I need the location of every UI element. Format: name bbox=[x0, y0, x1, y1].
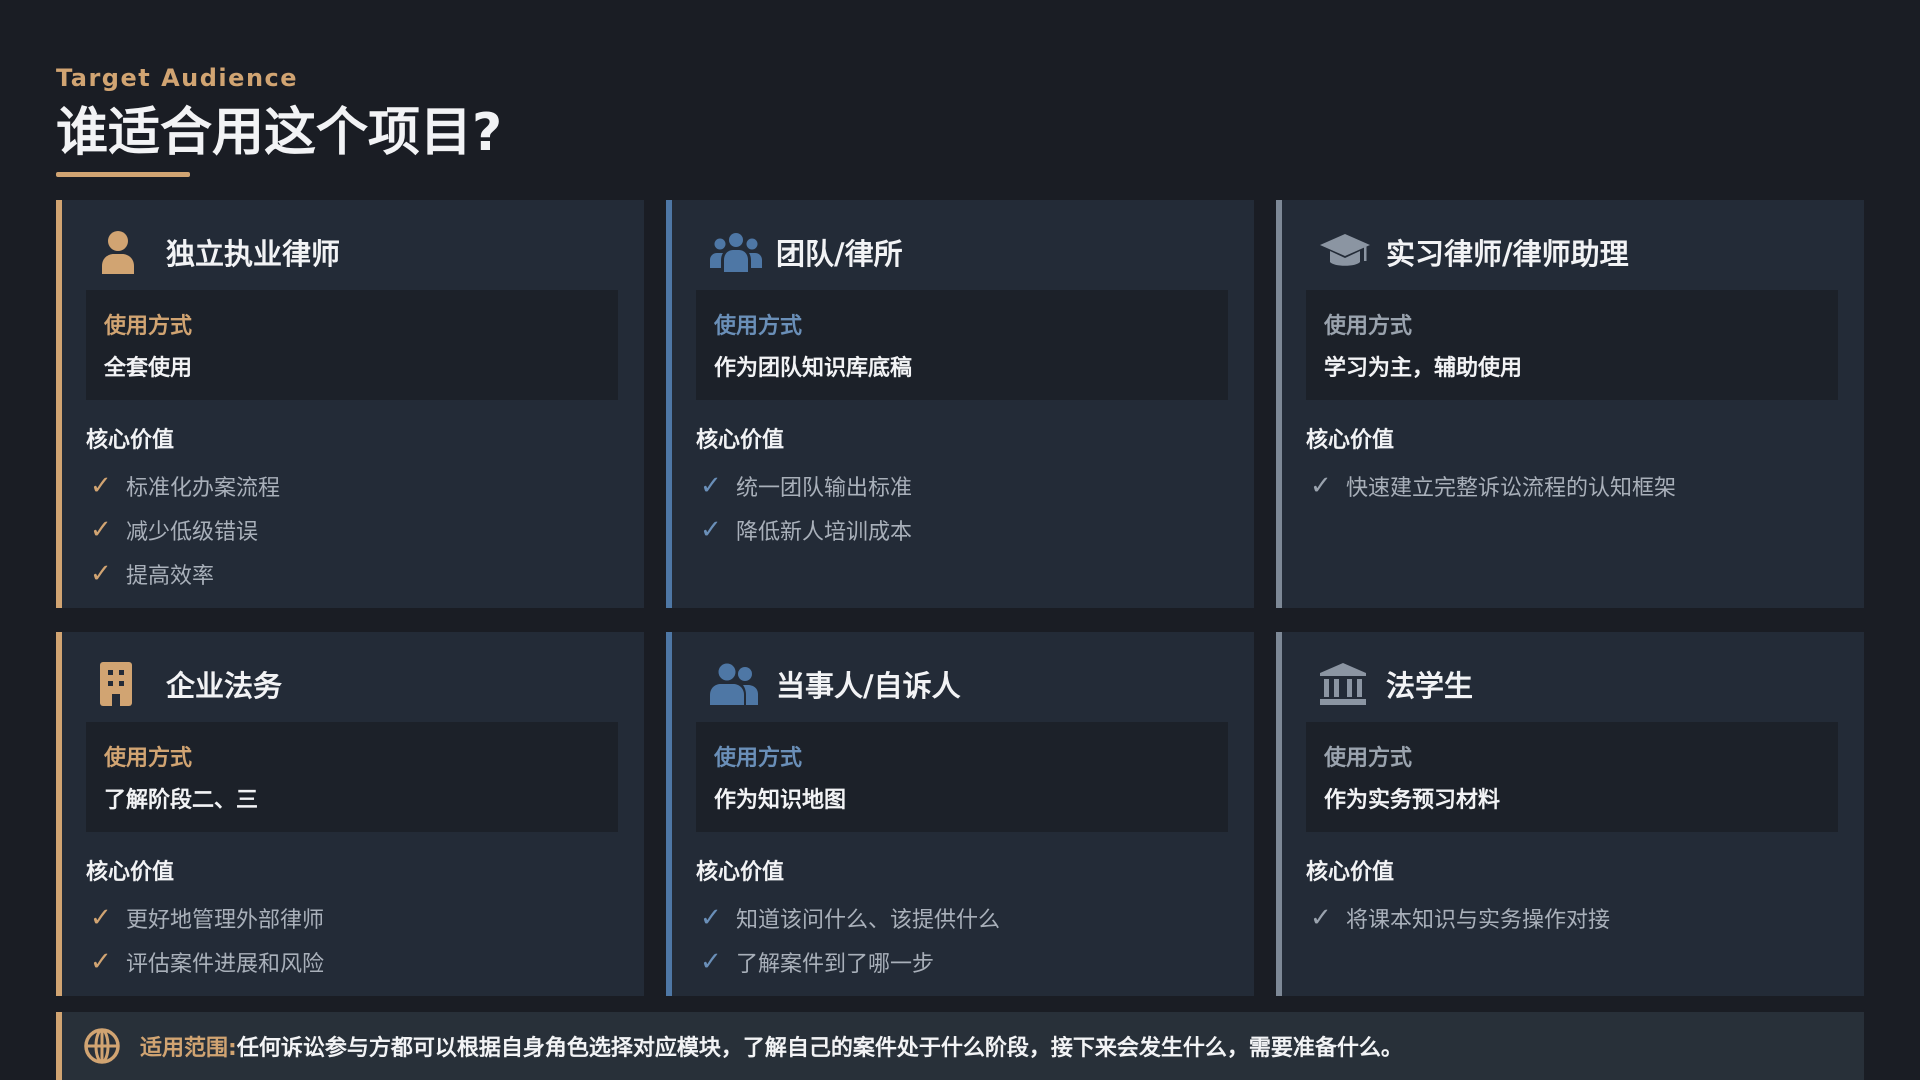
usage-label: 使用方式 bbox=[104, 314, 193, 339]
core-value-label: 核心价值 bbox=[86, 428, 175, 453]
list-item: ✓ 了解案件到了哪一步 bbox=[696, 940, 1228, 984]
audience-card-team: 团队/律所 使用方式 作为团队知识库底稿 核心价值 ✓ 统一团队输出标准 ✓ 降低新… bbox=[666, 200, 1254, 608]
list-item-text: 快速建立完整诉讼流程的认知框架 bbox=[1346, 476, 1677, 501]
core-value-label: 核心价值 bbox=[86, 860, 175, 885]
card-header: 法学生 bbox=[1320, 658, 1838, 710]
check-icon: ✓ bbox=[700, 947, 722, 977]
card-header: 独立执业律师 bbox=[100, 226, 618, 278]
list-item: ✓ 减少低级错误 bbox=[86, 508, 618, 552]
graduation-cap-icon bbox=[1320, 229, 1372, 275]
audience-card-solo-lawyer: 独立执业律师 使用方式 全套使用 核心价值 ✓ 标准化办案流程 ✓ 减少低级错误 ✓… bbox=[56, 200, 644, 608]
page: Target Audience 谁适合用这个项目? 独立执业律师 使用方式 全套… bbox=[0, 0, 1920, 1080]
list-item: ✓ 快速建立完整诉讼流程的认知框架 bbox=[1306, 464, 1838, 508]
usage-value: 作为团队知识库底稿 bbox=[714, 356, 913, 381]
audience-card-intern: 实习律师/律师助理 使用方式 学习为主，辅助使用 核心价值 ✓ 快速建立完整诉讼流… bbox=[1276, 200, 1864, 608]
core-value-label: 核心价值 bbox=[1306, 860, 1395, 885]
card-title: 当事人/自诉人 bbox=[776, 669, 961, 703]
core-value-list: ✓ 快速建立完整诉讼流程的认知框架 bbox=[1306, 464, 1838, 508]
usage-value: 全套使用 bbox=[104, 356, 193, 381]
check-icon: ✓ bbox=[90, 559, 112, 589]
core-value-list: ✓ 标准化办案流程 ✓ 减少低级错误 ✓ 提高效率 bbox=[86, 464, 618, 596]
users-icon bbox=[710, 661, 762, 707]
title-underline bbox=[56, 172, 190, 177]
core-value-list: ✓ 更好地管理外部律师 ✓ 评估案件进展和风险 bbox=[86, 896, 618, 984]
list-item: ✓ 提高效率 bbox=[86, 552, 618, 596]
check-icon: ✓ bbox=[700, 903, 722, 933]
list-item: ✓ 统一团队输出标准 bbox=[696, 464, 1228, 508]
usage-value: 作为实务预习材料 bbox=[1324, 788, 1501, 813]
audience-card-party: 当事人/自诉人 使用方式 作为知识地图 核心价值 ✓ 知道该问什么、该提供什么 ✓… bbox=[666, 632, 1254, 996]
usage-box: 使用方式 了解阶段二、三 bbox=[86, 722, 618, 832]
list-item-text: 知道该问什么、该提供什么 bbox=[736, 908, 1001, 933]
usage-box: 使用方式 全套使用 bbox=[86, 290, 618, 400]
list-item: ✓ 知道该问什么、该提供什么 bbox=[696, 896, 1228, 940]
check-icon: ✓ bbox=[90, 903, 112, 933]
scope-banner: 适用范围: 任何诉讼参与方都可以根据自身角色选择对应模块，了解自己的案件处于什么… bbox=[56, 1012, 1864, 1080]
card-title: 法学生 bbox=[1386, 669, 1474, 703]
list-item-text: 提高效率 bbox=[126, 564, 215, 589]
check-icon: ✓ bbox=[700, 515, 722, 545]
card-header: 团队/律所 bbox=[710, 226, 1228, 278]
core-value-label: 核心价值 bbox=[696, 428, 785, 453]
building-icon bbox=[100, 661, 152, 707]
card-title: 团队/律所 bbox=[776, 237, 903, 271]
scope-label: 适用范围: bbox=[140, 1036, 237, 1061]
check-icon: ✓ bbox=[700, 471, 722, 501]
check-icon: ✓ bbox=[1310, 903, 1332, 933]
check-icon: ✓ bbox=[1310, 471, 1332, 501]
check-icon: ✓ bbox=[90, 471, 112, 501]
institution-icon bbox=[1320, 661, 1372, 707]
usage-label: 使用方式 bbox=[1324, 746, 1413, 771]
list-item: ✓ 更好地管理外部律师 bbox=[86, 896, 618, 940]
person-icon bbox=[100, 229, 152, 275]
group-icon bbox=[710, 229, 762, 275]
section-eyebrow: Target Audience bbox=[56, 64, 299, 92]
audience-card-corporate-legal: 企业法务 使用方式 了解阶段二、三 核心价值 ✓ 更好地管理外部律师 ✓ 评估案件进… bbox=[56, 632, 644, 996]
list-item-text: 降低新人培训成本 bbox=[736, 520, 913, 545]
list-item-text: 统一团队输出标准 bbox=[736, 476, 913, 501]
list-item: ✓ 标准化办案流程 bbox=[86, 464, 618, 508]
usage-box: 使用方式 作为实务预习材料 bbox=[1306, 722, 1838, 832]
check-icon: ✓ bbox=[90, 515, 112, 545]
core-value-label: 核心价值 bbox=[696, 860, 785, 885]
scope-text: 任何诉讼参与方都可以根据自身角色选择对应模块，了解自己的案件处于什么阶段，接下来… bbox=[236, 1036, 1403, 1061]
list-item-text: 了解案件到了哪一步 bbox=[736, 952, 935, 977]
usage-value: 了解阶段二、三 bbox=[104, 788, 259, 813]
list-item-text: 标准化办案流程 bbox=[126, 476, 281, 501]
usage-box: 使用方式 学习为主，辅助使用 bbox=[1306, 290, 1838, 400]
usage-value: 作为知识地图 bbox=[714, 788, 847, 813]
card-header: 企业法务 bbox=[100, 658, 618, 710]
core-value-list: ✓ 将课本知识与实务操作对接 bbox=[1306, 896, 1838, 940]
card-title: 企业法务 bbox=[166, 669, 283, 703]
card-header: 实习律师/律师助理 bbox=[1320, 226, 1838, 278]
card-title: 实习律师/律师助理 bbox=[1386, 237, 1629, 271]
list-item: ✓ 降低新人培训成本 bbox=[696, 508, 1228, 552]
list-item-text: 将课本知识与实务操作对接 bbox=[1346, 908, 1611, 933]
card-title: 独立执业律师 bbox=[166, 237, 341, 271]
page-title: 谁适合用这个项目? bbox=[56, 103, 503, 163]
card-header: 当事人/自诉人 bbox=[710, 658, 1228, 710]
usage-label: 使用方式 bbox=[104, 746, 193, 771]
core-value-list: ✓ 知道该问什么、该提供什么 ✓ 了解案件到了哪一步 bbox=[696, 896, 1228, 984]
list-item-text: 评估案件进展和风险 bbox=[126, 952, 325, 977]
list-item: ✓ 评估案件进展和风险 bbox=[86, 940, 618, 984]
usage-label: 使用方式 bbox=[714, 314, 803, 339]
usage-label: 使用方式 bbox=[1324, 314, 1413, 339]
list-item-text: 更好地管理外部律师 bbox=[126, 908, 325, 933]
core-value-label: 核心价值 bbox=[1306, 428, 1395, 453]
audience-grid: 独立执业律师 使用方式 全套使用 核心价值 ✓ 标准化办案流程 ✓ 减少低级错误 ✓… bbox=[56, 200, 1864, 996]
list-item-text: 减少低级错误 bbox=[126, 520, 259, 545]
globe-icon bbox=[82, 1026, 122, 1066]
core-value-list: ✓ 统一团队输出标准 ✓ 降低新人培训成本 bbox=[696, 464, 1228, 552]
usage-box: 使用方式 作为知识地图 bbox=[696, 722, 1228, 832]
audience-card-law-student: 法学生 使用方式 作为实务预习材料 核心价值 ✓ 将课本知识与实务操作对接 bbox=[1276, 632, 1864, 996]
usage-box: 使用方式 作为团队知识库底稿 bbox=[696, 290, 1228, 400]
check-icon: ✓ bbox=[90, 947, 112, 977]
usage-value: 学习为主，辅助使用 bbox=[1324, 356, 1523, 381]
usage-label: 使用方式 bbox=[714, 746, 803, 771]
list-item: ✓ 将课本知识与实务操作对接 bbox=[1306, 896, 1838, 940]
